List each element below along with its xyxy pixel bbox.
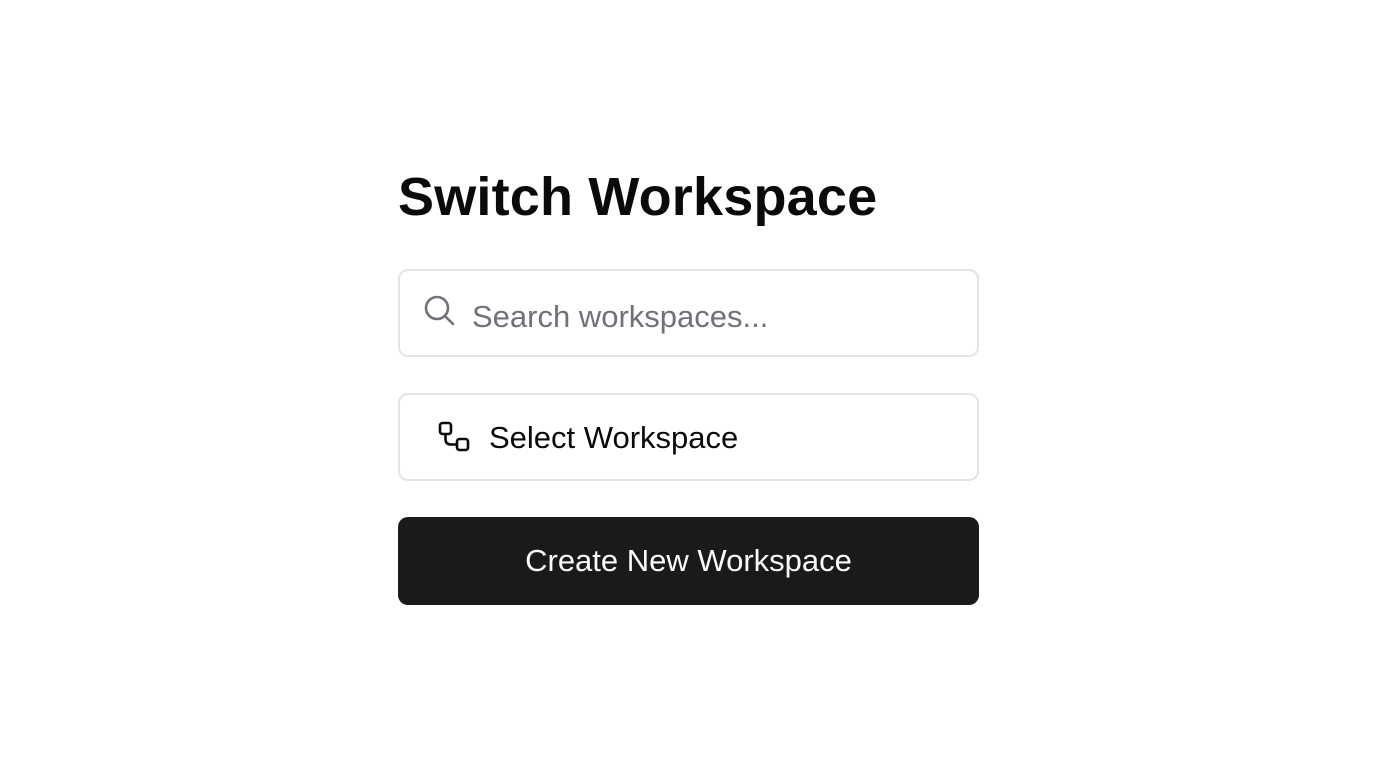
create-new-workspace-button[interactable]: Create New Workspace [398,517,979,605]
search-icon [424,295,455,326]
workspace-switch-icon [438,421,470,452]
workspace-switcher-panel: Switch Workspace Select Workspace Create… [398,165,979,605]
page: Switch Workspace Select Workspace Create… [0,0,1376,768]
search-box[interactable] [398,269,979,359]
select-workspace-button[interactable]: Select Workspace [398,393,979,481]
select-workspace-label: Select Workspace [489,420,739,455]
page-title: Switch Workspace [398,167,878,227]
search-input[interactable] [472,271,962,359]
